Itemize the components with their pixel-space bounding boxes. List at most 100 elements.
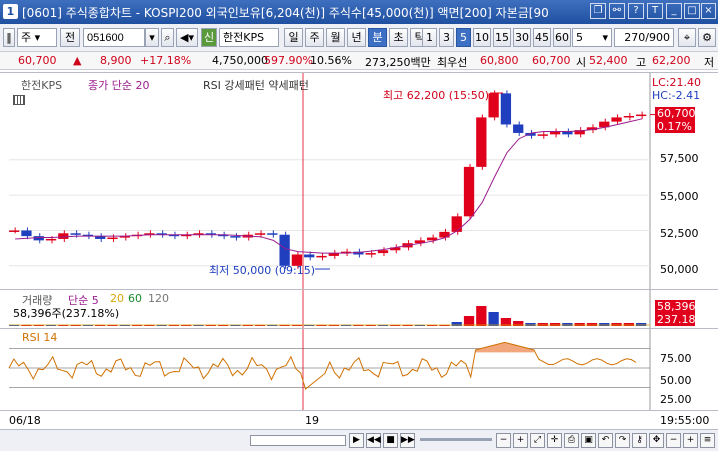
interval-button[interactable]: 15 — [493, 28, 511, 47]
undo-icon[interactable]: ↶ — [598, 433, 613, 448]
scroll-track[interactable] — [250, 435, 346, 446]
redo-icon[interactable]: ↷ — [615, 433, 630, 448]
candle — [451, 216, 462, 232]
rsi-line — [8, 341, 637, 390]
candle — [58, 233, 69, 239]
close-icon[interactable]: × — [701, 3, 716, 19]
candle — [513, 124, 524, 133]
x-date-left: 06/18 — [9, 414, 41, 427]
crosshair-icon[interactable]: ✛ — [547, 433, 562, 448]
print-icon[interactable]: ⎙ — [564, 433, 579, 448]
rsi-chart[interactable] — [0, 329, 718, 411]
high-annotation: 최고 62,200 (15:50) — [383, 89, 490, 102]
y-tick-label: 50,000 — [660, 263, 699, 276]
volume-bar — [599, 323, 610, 326]
interval-button[interactable]: 10 — [473, 28, 491, 47]
candle — [636, 114, 647, 117]
candle — [439, 231, 450, 238]
restore-window-icon[interactable]: ❐ — [590, 3, 606, 19]
forward-icon[interactable]: ▶▶ — [400, 433, 415, 448]
volume-value: 58,396주(237.18%) — [13, 307, 120, 320]
period-button[interactable]: 일 — [284, 28, 303, 47]
interval-button[interactable]: 5 — [456, 28, 471, 47]
interval-button[interactable]: 60 — [553, 28, 571, 47]
period-button[interactable]: 주 — [305, 28, 324, 47]
interval-button[interactable]: 30 — [513, 28, 531, 47]
title-bar: 1 [0601] 주식종합차트 - KOSPI200 외국인보유[6,204(천… — [0, 0, 718, 24]
code-dropdown-icon[interactable]: ▾ — [145, 28, 159, 47]
candle — [316, 255, 327, 258]
candle — [537, 134, 548, 136]
interval-select[interactable]: 5 ▾ — [572, 28, 612, 47]
interval-button[interactable]: 45 — [533, 28, 551, 47]
legend-ma: 종가 단순 20 — [88, 79, 150, 92]
period-button[interactable]: 분 — [368, 28, 387, 47]
minimize-icon[interactable]: _ — [666, 3, 682, 19]
rewind-icon[interactable]: ◀◀ — [366, 433, 381, 448]
save-icon[interactable]: ▣ — [581, 433, 596, 448]
up-arrow-icon: ▲ — [73, 54, 82, 67]
zoom-in-icon[interactable]: + — [513, 433, 528, 448]
hc-label: HC:-2.41 — [652, 89, 701, 102]
candle — [365, 253, 376, 255]
toolbar: ‖ 주 ▾ 전 ▾ ⌕ ◀▾ 신 한전KPS 일주월년분초틱 135101530… — [0, 24, 718, 52]
ask-cut: 저 — [704, 56, 715, 69]
volume-bar — [537, 323, 548, 326]
play-icon[interactable]: ▶ — [349, 433, 364, 448]
move-icon[interactable]: ✥ — [649, 433, 664, 448]
volume-bar — [525, 323, 536, 326]
lock-icon[interactable]: ⚷ — [632, 433, 647, 448]
shin-badge: 신 — [201, 28, 217, 47]
price-chart[interactable] — [0, 73, 718, 289]
volume: 4,750,000 — [212, 54, 268, 67]
maximize-icon[interactable]: □ — [684, 3, 700, 19]
more-icon[interactable]: ≡ — [700, 433, 715, 448]
minus-icon[interactable]: − — [666, 433, 681, 448]
chart-settings-icon[interactable]: ⚙ — [698, 28, 716, 47]
volume-bar — [463, 316, 475, 326]
candle — [611, 117, 622, 122]
candle — [9, 230, 20, 232]
quote-bar: 60,700 ▲ 8,900 +17.18% 4,750,000 597.90%… — [0, 52, 718, 70]
search-icon[interactable]: ⌕ — [161, 28, 174, 47]
volume-bar — [611, 323, 622, 326]
plus-icon[interactable]: + — [683, 433, 698, 448]
zoom-slider[interactable] — [420, 438, 492, 441]
interval-button[interactable]: 1 — [422, 28, 437, 47]
period-button[interactable]: 년 — [347, 28, 366, 47]
bottom-bar: ▶ ◀◀ ■ ▶▶ − + ⤢ ✛ ⎙ ▣ ↶ ↷ ⚷ ✥ − + ≡ — [0, 429, 718, 451]
period-button[interactable]: 월 — [326, 28, 345, 47]
x-axis: 06/18 19 19:55:00 — [0, 410, 718, 429]
volume-bar — [636, 323, 647, 326]
fit-icon[interactable]: ⤢ — [530, 433, 545, 448]
candle — [21, 230, 32, 237]
period-button[interactable]: 초 — [389, 28, 408, 47]
turnover-pct: 10.56% — [310, 54, 352, 67]
open-label: 시 — [576, 56, 587, 69]
chevron-down-icon: ▾ — [34, 31, 41, 44]
volume-ma120: 120 — [148, 292, 169, 305]
link-icon[interactable]: ⚯ — [609, 3, 625, 19]
jeon-button[interactable]: 전 — [60, 28, 80, 47]
stop-icon[interactable]: ■ — [383, 433, 398, 448]
legend-stock-name: 한전KPS — [21, 79, 63, 92]
volume-bar — [574, 323, 585, 326]
chart-type-select[interactable]: 주 ▾ — [17, 28, 57, 47]
grid-icon[interactable] — [13, 95, 25, 105]
drawing-tools-icon[interactable]: ⌖ — [678, 28, 696, 47]
text-icon[interactable]: T — [647, 3, 663, 19]
code-input[interactable] — [83, 28, 145, 47]
ma-line — [15, 118, 643, 254]
candle — [463, 166, 475, 217]
candle — [254, 233, 266, 235]
help-icon[interactable]: ? — [628, 3, 644, 19]
rsi-panel: RSI 14 75.00 50.00 25.00 — [0, 328, 718, 411]
zoom-out-icon[interactable]: − — [496, 433, 511, 448]
candle — [107, 237, 118, 240]
toggle-panel-button[interactable]: ‖ — [3, 28, 15, 47]
speaker-icon[interactable]: ◀▾ — [176, 28, 198, 47]
volume-ma20: 20 — [110, 292, 124, 305]
interval-button[interactable]: 3 — [439, 28, 454, 47]
price-change-pct: +17.18% — [140, 54, 192, 67]
x-time-right: 19:55:00 — [660, 414, 710, 427]
